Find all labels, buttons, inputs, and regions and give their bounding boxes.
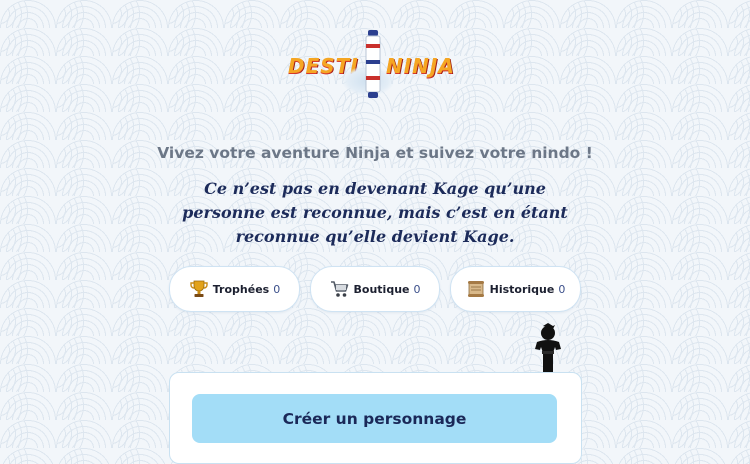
history-label: Historique [489, 282, 555, 296]
character-card: Créer un personnage [169, 372, 582, 464]
scroll-icon [467, 281, 484, 297]
trophies-label: Trophées [212, 282, 270, 296]
tagline: Vivez votre aventure Ninja et suivez vot… [157, 144, 593, 162]
shop-count: 0 [413, 282, 421, 296]
ninja-silhouette-icon [535, 323, 561, 375]
destininja-logo[interactable]: DESTI NINJA [284, 30, 466, 106]
trophies-button[interactable]: Trophées 0 [169, 266, 300, 312]
nindo-quote: Ce n’est pas en devenant Kage qu’une per… [182, 179, 568, 246]
trophies-count: 0 [273, 282, 281, 296]
shop-button[interactable]: Boutique 0 [310, 266, 440, 312]
logo-text-right: NINJA [386, 54, 455, 78]
trophy-icon [190, 280, 208, 297]
create-character-button[interactable]: Créer un personnage [192, 394, 557, 443]
history-count: 0 [558, 282, 566, 296]
history-button[interactable]: Historique 0 [450, 266, 581, 312]
cart-icon [330, 281, 348, 297]
shop-label: Boutique [353, 282, 410, 296]
logo-scroll-icon [365, 30, 381, 98]
